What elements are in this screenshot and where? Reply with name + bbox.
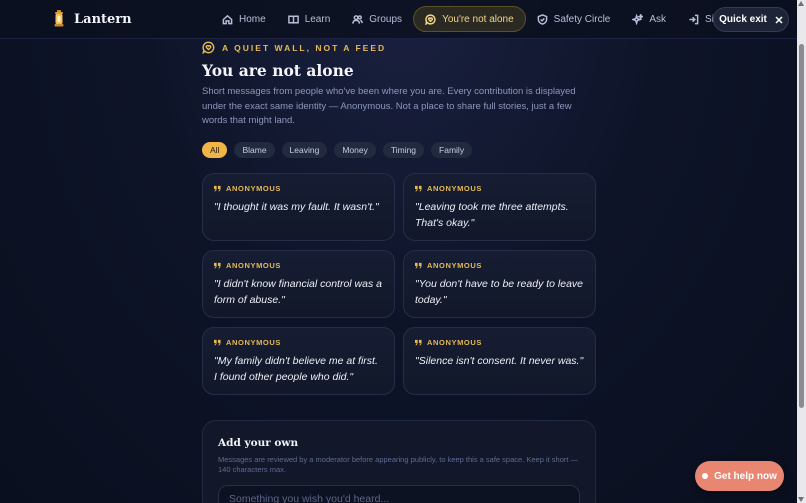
close-icon xyxy=(775,15,783,24)
filter-all[interactable]: All xyxy=(202,142,228,158)
filter-chips: All Blame Leaving Money Timing Family xyxy=(202,142,473,158)
scroll-down-arrow-icon[interactable] xyxy=(798,497,804,502)
scroll-up-arrow-icon[interactable] xyxy=(798,1,804,6)
card-author: ANONYMOUS xyxy=(214,261,383,270)
message-card: ANONYMOUS "My family didn't believe me a… xyxy=(202,327,395,395)
card-quote: "My family didn't believe me at first. I… xyxy=(214,355,378,383)
add-description: Messages are reviewed by a moderator bef… xyxy=(218,455,579,474)
card-author: ANONYMOUS xyxy=(415,184,584,193)
card-quote: "You don't have to be ready to leave tod… xyxy=(415,278,584,306)
card-author: ANONYMOUS xyxy=(214,338,383,347)
card-quote: "I didn't know financial control was a f… xyxy=(214,278,382,306)
card-author-label: ANONYMOUS xyxy=(427,338,482,347)
brand[interactable]: Lantern xyxy=(52,10,132,28)
scroll-thumb[interactable] xyxy=(799,44,804,408)
chat-heart-icon xyxy=(425,13,436,25)
card-author-label: ANONYMOUS xyxy=(226,261,281,270)
card-author-label: ANONYMOUS xyxy=(226,184,281,193)
nav-not-alone[interactable]: You're not alone xyxy=(413,6,526,32)
message-card: ANONYMOUS "Silence isn't consent. It nev… xyxy=(403,327,596,395)
status-dot-icon xyxy=(702,473,709,479)
nav-learn[interactable]: Learn xyxy=(277,6,342,32)
card-author: ANONYMOUS xyxy=(214,184,383,193)
brand-name: Lantern xyxy=(74,11,132,27)
section-eyebrow: A QUIET WALL, NOT A FEED xyxy=(202,41,386,54)
get-help-label: Get help now xyxy=(714,470,777,482)
nav-not-alone-label: You're not alone xyxy=(442,13,514,25)
users-icon xyxy=(352,14,364,24)
nav-learn-label: Learn xyxy=(304,13,331,25)
filter-leaving[interactable]: Leaving xyxy=(281,142,328,158)
lantern-logo-icon xyxy=(54,10,64,27)
shield-icon xyxy=(537,13,548,25)
quote-icon xyxy=(415,185,422,192)
card-author-label: ANONYMOUS xyxy=(226,338,281,347)
book-icon xyxy=(287,15,299,24)
message-card: ANONYMOUS "Leaving took me three attempt… xyxy=(403,173,596,241)
top-navbar: Lantern Home Learn Groups You're not alo… xyxy=(0,0,797,39)
page-scrollbar[interactable] xyxy=(797,0,806,503)
nav-ask[interactable]: Ask xyxy=(621,6,677,32)
message-input[interactable] xyxy=(218,485,580,503)
nav-links: Home Learn Groups You're not alone Safet… xyxy=(211,6,761,32)
nav-home-label: Home xyxy=(239,13,266,25)
quick-exit-label: Quick exit xyxy=(719,14,767,25)
add-title: Add your own xyxy=(218,437,299,449)
home-icon xyxy=(222,14,233,24)
add-message-panel: Add your own Messages are reviewed by a … xyxy=(202,420,596,503)
nav-ask-label: Ask xyxy=(649,13,667,25)
get-help-button[interactable]: Get help now xyxy=(695,461,784,491)
quote-icon xyxy=(415,339,422,346)
nav-groups-label: Groups xyxy=(369,13,403,25)
filter-family[interactable]: Family xyxy=(431,142,473,158)
message-card: ANONYMOUS "I thought it was my fault. It… xyxy=(202,173,395,241)
quick-exit-button[interactable]: Quick exit xyxy=(713,7,789,32)
card-author: ANONYMOUS xyxy=(415,338,584,347)
nav-safety-circle[interactable]: Safety Circle xyxy=(526,6,622,32)
filter-timing[interactable]: Timing xyxy=(382,142,425,158)
card-quote: "I thought it was my fault. It wasn't." xyxy=(214,201,379,213)
card-author: ANONYMOUS xyxy=(415,261,584,270)
nav-groups[interactable]: Groups xyxy=(341,6,413,32)
sparkle-icon xyxy=(632,13,644,25)
nav-home[interactable]: Home xyxy=(211,6,277,32)
quote-icon xyxy=(415,262,422,269)
page-title: You are not alone xyxy=(202,61,354,80)
quote-icon xyxy=(214,339,221,346)
nav-safety-circle-label: Safety Circle xyxy=(553,13,611,25)
message-card: ANONYMOUS "I didn't know financial contr… xyxy=(202,250,395,318)
filter-money[interactable]: Money xyxy=(334,142,376,158)
chat-heart-icon xyxy=(202,41,215,54)
card-author-label: ANONYMOUS xyxy=(427,261,482,270)
card-author-label: ANONYMOUS xyxy=(427,184,482,193)
card-quote: "Leaving took me three attempts. That's … xyxy=(415,201,569,229)
page-description: Short messages from people who've been w… xyxy=(202,86,576,126)
quote-icon xyxy=(214,185,221,192)
sign-in-icon xyxy=(689,14,699,24)
filter-blame[interactable]: Blame xyxy=(234,142,275,158)
message-card: ANONYMOUS "You don't have to be ready to… xyxy=(403,250,596,318)
eyebrow-text: A QUIET WALL, NOT A FEED xyxy=(222,42,387,53)
card-quote: "Silence isn't consent. It never was." xyxy=(415,355,584,367)
quote-icon xyxy=(214,262,221,269)
